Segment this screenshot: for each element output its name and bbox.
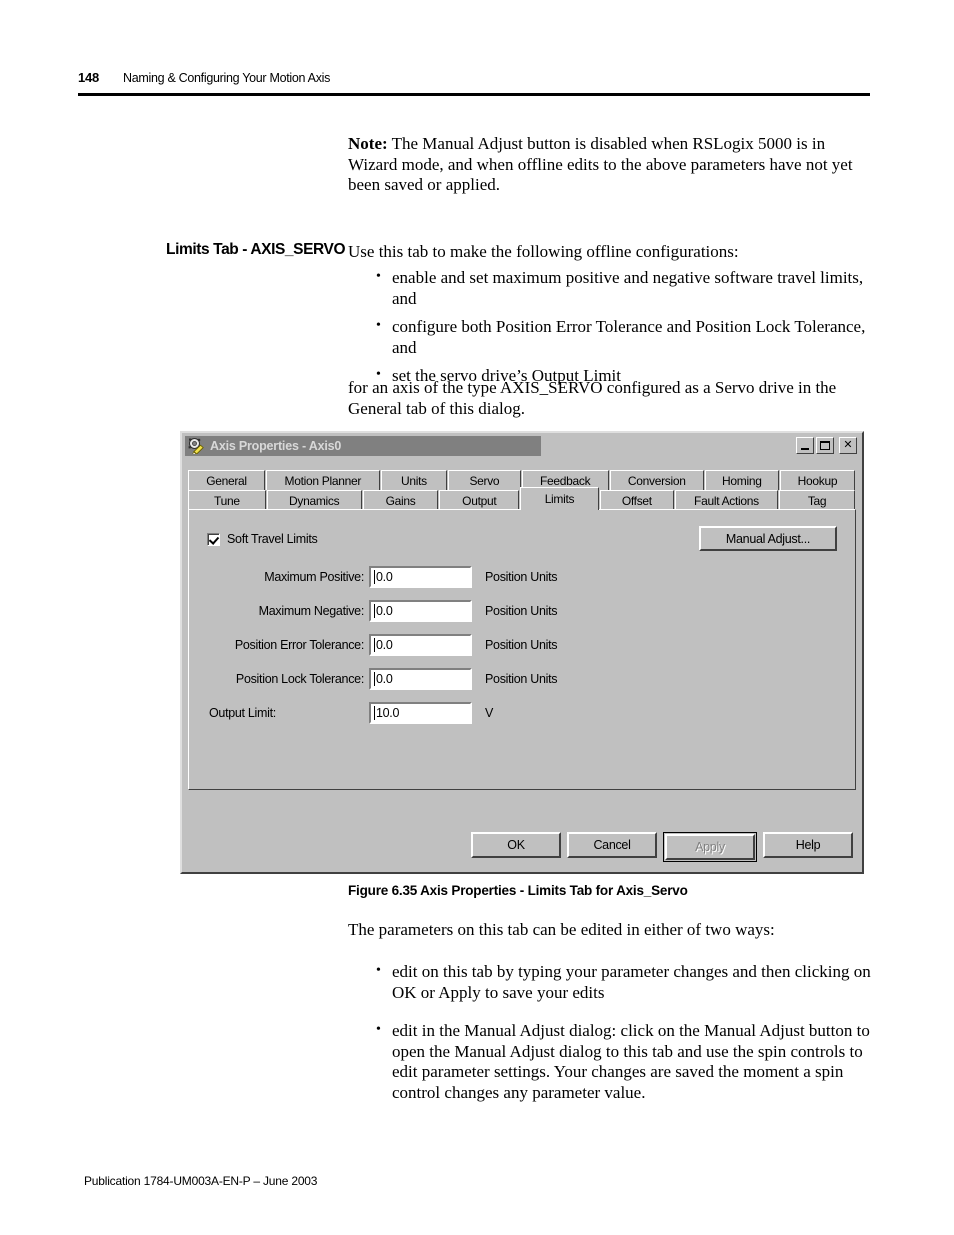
tab-units[interactable]: Units — [380, 470, 448, 490]
axis-gear-pencil-icon — [188, 438, 205, 455]
list-item: configure both Position Error Tolerance … — [374, 316, 874, 358]
tab-output[interactable]: Output — [439, 490, 520, 510]
after-figure-intro: The parameters on this tab can be edited… — [348, 920, 775, 939]
cancel-button[interactable]: Cancel — [567, 832, 657, 858]
tab-strip: General Motion Planner Units Servo Feedb… — [188, 470, 856, 510]
header-divider — [78, 93, 870, 96]
section-post-paragraph: for an axis of the type AXIS_SERVO confi… — [348, 378, 837, 418]
maximum-negative-input[interactable]: 0.0 — [369, 600, 472, 622]
position-lock-tolerance-unit: Position Units — [485, 672, 558, 686]
minimize-icon — [801, 448, 809, 450]
axis-properties-dialog: Axis Properties - Axis0 ✕ General Motion… — [180, 431, 864, 874]
output-limit-label: Output Limit: — [209, 706, 276, 720]
tab-tune[interactable]: Tune — [188, 490, 266, 510]
tab-limits[interactable]: Limits — [520, 487, 599, 510]
limits-tab-panel: Soft Travel Limits Manual Adjust... Maxi… — [188, 509, 856, 790]
output-limit-value: 10.0 — [376, 706, 400, 720]
note-label: Note: — [348, 134, 388, 153]
field-row-position-lock-tolerance: Position Lock Tolerance: 0.0 Position Un… — [189, 662, 855, 696]
tab-motion-planner[interactable]: Motion Planner — [266, 470, 380, 490]
section-bullet-list: enable and set maximum positive and nega… — [374, 267, 874, 395]
page-footer: Publication 1784-UM003A-EN-P – June 2003 — [84, 1174, 318, 1188]
note-paragraph: Note: The Manual Adjust button is disabl… — [348, 134, 872, 196]
dialog-title: Axis Properties - Axis0 — [210, 439, 342, 453]
manual-adjust-button[interactable]: Manual Adjust... — [699, 526, 837, 551]
position-error-tolerance-label: Position Error Tolerance: — [234, 638, 364, 652]
maximum-negative-unit: Position Units — [485, 604, 558, 618]
list-item: edit on this tab by typing your paramete… — [374, 961, 874, 1003]
soft-travel-limits-row[interactable]: Soft Travel Limits — [207, 532, 318, 546]
section-heading: Limits Tab - AXIS_SERVO — [166, 241, 346, 258]
tab-tag[interactable]: Tag — [779, 490, 855, 510]
text-caret — [374, 706, 375, 720]
tab-fault-actions[interactable]: Fault Actions — [674, 490, 779, 510]
apply-button-label: Apply — [695, 840, 725, 854]
text-caret — [374, 638, 375, 652]
list-item: edit in the Manual Adjust dialog: click … — [374, 1020, 874, 1103]
field-row-maximum-negative: Maximum Negative: 0.0 Position Units — [189, 594, 855, 628]
position-lock-tolerance-input[interactable]: 0.0 — [369, 668, 472, 690]
field-row-position-error-tolerance: Position Error Tolerance: 0.0 Position U… — [189, 628, 855, 662]
tab-hookup[interactable]: Hookup — [779, 470, 856, 490]
tab-servo[interactable]: Servo — [448, 470, 521, 490]
page-number: 148 — [78, 70, 100, 85]
text-caret — [374, 604, 375, 618]
tab-conversion[interactable]: Conversion — [609, 470, 704, 490]
field-row-maximum-positive: Maximum Positive: 0.0 Position Units — [189, 560, 855, 594]
maximum-negative-label: Maximum Negative: — [258, 604, 365, 618]
tab-gains[interactable]: Gains — [362, 490, 439, 510]
close-button[interactable]: ✕ — [839, 437, 857, 454]
tab-row-bottom: Tune Dynamics Gains Output Limits Offset… — [188, 487, 856, 510]
output-limit-input[interactable]: 10.0 — [369, 702, 472, 724]
text-caret — [374, 672, 375, 686]
maximum-positive-unit: Position Units — [485, 570, 558, 584]
dialog-button-bar: OK Cancel Apply Help — [182, 832, 862, 862]
maximum-positive-input[interactable]: 0.0 — [369, 566, 472, 588]
note-text: The Manual Adjust button is disabled whe… — [348, 134, 853, 194]
soft-travel-limits-checkbox[interactable] — [207, 532, 220, 546]
figure-caption: Figure 6.35 Axis Properties - Limits Tab… — [348, 883, 688, 898]
apply-button[interactable]: Apply — [663, 832, 757, 862]
text-caret — [374, 570, 375, 584]
window-controls: ✕ — [796, 437, 857, 454]
tab-homing[interactable]: Homing — [704, 470, 779, 490]
position-error-tolerance-input[interactable]: 0.0 — [369, 634, 472, 656]
running-head: Naming & Configuring Your Motion Axis — [123, 71, 331, 85]
maximize-icon — [820, 441, 830, 450]
soft-travel-limits-label: Soft Travel Limits — [227, 532, 318, 546]
help-button[interactable]: Help — [763, 832, 853, 858]
ok-button[interactable]: OK — [471, 832, 561, 858]
tab-offset[interactable]: Offset — [599, 490, 674, 510]
tab-dynamics[interactable]: Dynamics — [266, 490, 362, 510]
after-figure-bullet-list: edit on this tab by typing your paramete… — [374, 961, 874, 1121]
close-icon: ✕ — [843, 439, 853, 451]
position-error-tolerance-unit: Position Units — [485, 638, 558, 652]
tab-general[interactable]: General — [188, 470, 265, 490]
limits-form: Maximum Positive: 0.0 Position Units Max… — [189, 560, 855, 730]
list-item: enable and set maximum positive and nega… — [374, 267, 874, 309]
output-limit-unit: V — [485, 706, 494, 720]
maximum-positive-label: Maximum Positive: — [264, 570, 364, 584]
minimize-button[interactable] — [796, 437, 814, 454]
position-lock-tolerance-label: Position Lock Tolerance: — [235, 672, 364, 686]
dialog-titlebar[interactable]: Axis Properties - Axis0 — [185, 436, 541, 456]
page-header: 148 Naming & Configuring Your Motion Axi… — [78, 70, 870, 85]
section-intro: Use this tab to make the following offli… — [348, 242, 739, 261]
field-row-output-limit: Output Limit: 10.0 V — [189, 696, 855, 730]
maximize-button[interactable] — [816, 437, 834, 454]
